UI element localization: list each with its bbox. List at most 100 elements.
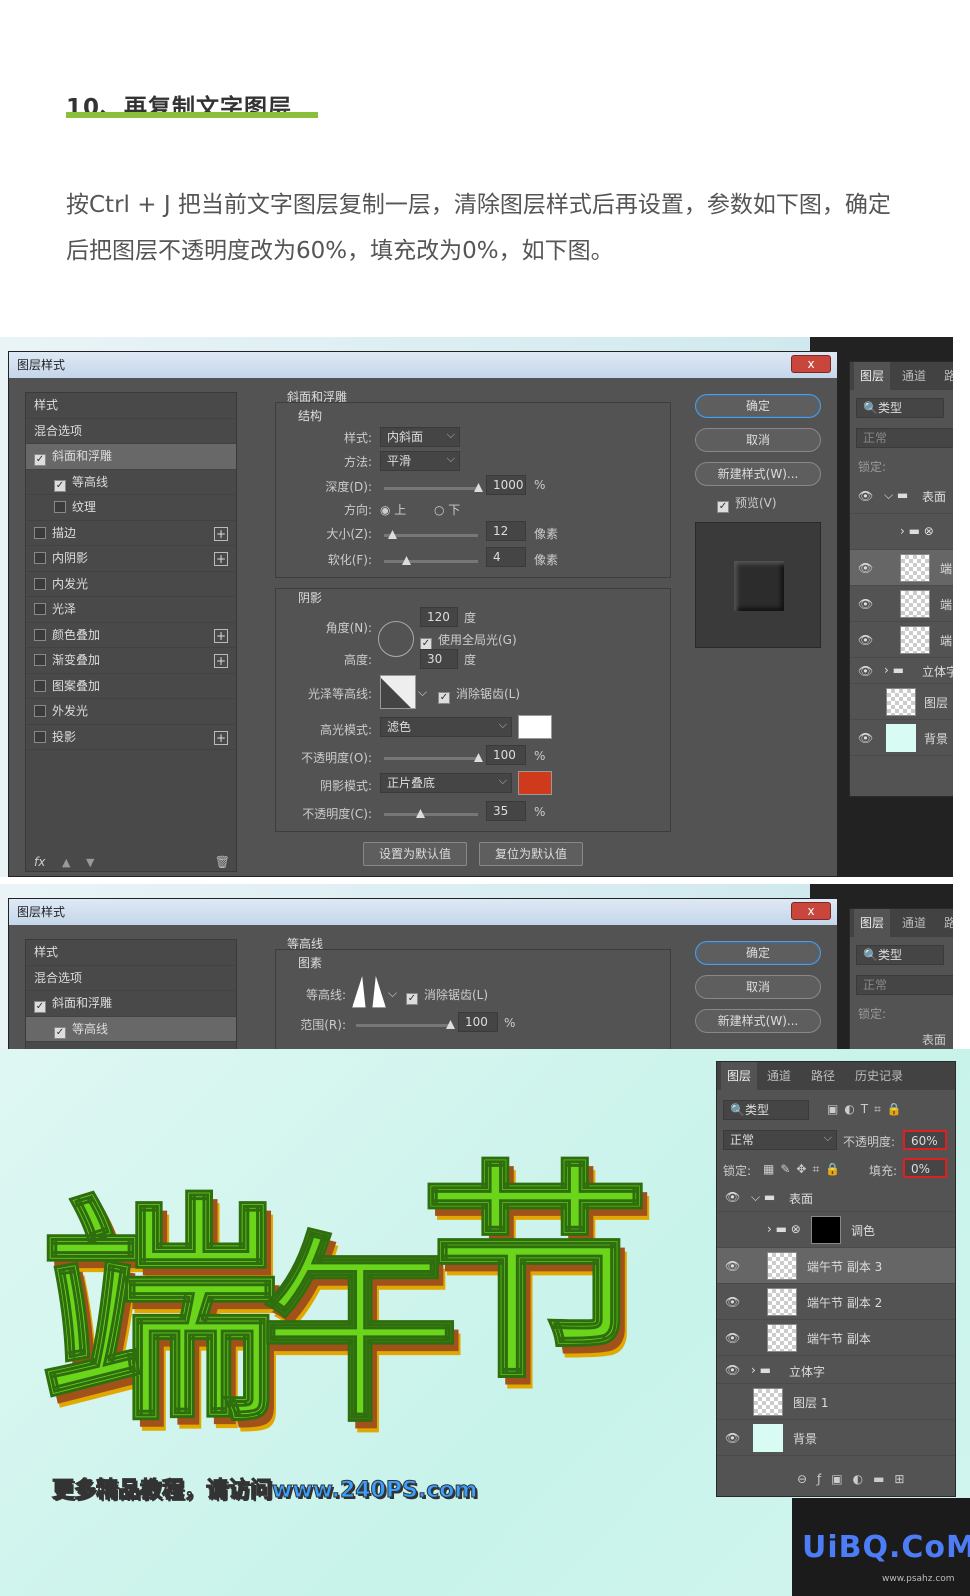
layer-row[interactable]: 表面 <box>922 1031 946 1048</box>
layer-row[interactable]: 👁 端 <box>850 586 953 622</box>
close-button[interactable]: x <box>791 355 831 373</box>
size-slider[interactable] <box>384 530 478 539</box>
list-item-bevel[interactable]: ✓ 斜面和浮雕 <box>26 991 236 1017</box>
tab-paths[interactable]: 路 <box>944 909 953 937</box>
fx-icon[interactable]: fx <box>34 855 45 869</box>
opacity1-input[interactable]: 100 <box>486 745 526 765</box>
layer-row[interactable]: 👁 › ▬ 立体字 <box>717 1356 955 1384</box>
layer-row[interactable]: 👁 端 <box>850 550 953 586</box>
checkbox[interactable]: ✓ <box>34 1001 46 1013</box>
tab-channels[interactable]: 通道 <box>902 909 926 937</box>
blend-mode-select[interactable]: 正常 <box>856 428 953 448</box>
slider-thumb[interactable] <box>416 809 425 818</box>
plus-icon[interactable]: + <box>214 552 228 566</box>
eye-icon[interactable]: 👁 <box>858 561 873 575</box>
fill-input[interactable]: 0% <box>903 1158 947 1178</box>
list-item-satin[interactable]: 光泽 <box>26 597 236 623</box>
layer-row[interactable]: 👁 背景 <box>717 1420 955 1456</box>
opacity-input[interactable]: 60% <box>903 1130 947 1150</box>
plus-icon[interactable]: + <box>214 628 228 643</box>
list-item-styles[interactable]: 样式 <box>26 940 236 966</box>
layer-footer-icons[interactable]: ⊖ƒ▣◐▬⊞ <box>797 1472 914 1486</box>
antialias-check[interactable]: ✓ 消除锯齿(L) <box>438 685 520 704</box>
layer-row[interactable]: 👁 端午节 副本 2 <box>717 1284 955 1320</box>
tab-channels[interactable]: 通道 <box>902 362 926 390</box>
plus-icon[interactable]: + <box>214 654 228 668</box>
angle-input[interactable]: 120 <box>420 607 458 627</box>
blend-mode-select[interactable]: 正常 <box>723 1129 837 1150</box>
tab-channels[interactable]: 通道 <box>767 1062 791 1090</box>
layer-search[interactable]: 🔍类型 <box>856 945 944 965</box>
checkbox[interactable] <box>34 654 46 666</box>
soften-slider[interactable] <box>384 556 478 565</box>
plus-icon[interactable]: + <box>214 730 228 745</box>
arrow-down-icon[interactable]: ▼ <box>86 856 94 869</box>
depth-slider[interactable] <box>384 483 483 492</box>
cancel-button[interactable]: 取消 <box>695 975 821 999</box>
checkbox[interactable] <box>34 628 46 641</box>
blend-mode-select[interactable]: 正常 <box>856 975 953 995</box>
checkbox[interactable] <box>34 526 46 539</box>
ok-button[interactable]: 确定 <box>695 394 821 418</box>
close-button[interactable]: x <box>791 902 831 920</box>
layer-row[interactable]: 👁 端午节 副本 3 <box>717 1248 955 1284</box>
chevron-down-icon[interactable]: ⌵ <box>388 986 397 1001</box>
slider-thumb[interactable] <box>388 530 397 539</box>
filter-icons[interactable]: ▣◐T⌗🔒 <box>827 1102 908 1117</box>
tab-layers[interactable]: 图层 <box>854 362 891 390</box>
list-item-contour[interactable]: ✓ 等高线 <box>26 470 236 495</box>
gloss-contour-preview[interactable] <box>380 675 416 709</box>
list-item-inner-shadow[interactable]: 内阴影 + <box>26 546 236 572</box>
radio-up[interactable]: ◉ 上 <box>380 501 406 518</box>
eye-icon[interactable]: 👁 <box>725 1190 740 1204</box>
list-item-contour[interactable]: ✓ 等高线 <box>26 1016 236 1042</box>
size-input[interactable]: 12 <box>486 521 526 541</box>
shadow-mode-select[interactable]: 正片叠底 <box>380 772 512 793</box>
list-item-texture[interactable]: 纹理 <box>26 495 236 521</box>
new-style-button[interactable]: 新建样式(W)... <box>695 462 821 486</box>
checkbox[interactable] <box>34 705 46 717</box>
list-item-pattern-overlay[interactable]: 图案叠加 <box>26 674 236 699</box>
eye-icon[interactable]: 👁 <box>725 1331 740 1345</box>
shadow-color-swatch[interactable] <box>518 771 552 795</box>
checkbox[interactable] <box>34 552 46 564</box>
list-item-styles[interactable]: 样式 <box>26 393 236 419</box>
range-input[interactable]: 100 <box>458 1012 498 1032</box>
tab-layers[interactable]: 图层 <box>854 909 891 937</box>
slider-thumb[interactable] <box>402 556 411 565</box>
checkbox[interactable]: ✓ <box>34 454 46 466</box>
radio-down[interactable]: ○ 下 <box>434 501 460 518</box>
eye-icon[interactable]: 👁 <box>858 731 873 745</box>
antialias-check[interactable]: ✓ 消除锯齿(L) <box>406 986 488 1005</box>
ok-button[interactable]: 确定 <box>695 941 821 965</box>
layer-row[interactable]: 👁 端午节 副本 <box>717 1320 955 1356</box>
checkbox[interactable] <box>54 501 66 513</box>
eye-icon[interactable]: 👁 <box>725 1363 740 1377</box>
layer-search[interactable]: 🔍类型 <box>723 1100 809 1120</box>
slider-thumb[interactable] <box>474 483 483 492</box>
slider-thumb[interactable] <box>474 753 483 762</box>
tab-paths[interactable]: 路 <box>944 362 953 390</box>
global-light-check[interactable]: ✓ 使用全局光(G) <box>420 631 517 650</box>
slider-thumb[interactable] <box>446 1020 455 1029</box>
layer-row[interactable]: › ▬ ⊗ 调色 <box>717 1212 955 1248</box>
reset-default-button[interactable]: 复位为默认值 <box>479 842 583 866</box>
list-item-stroke[interactable]: 描边 + <box>26 521 236 546</box>
eye-icon[interactable]: 👁 <box>858 489 873 503</box>
checkbox[interactable]: ✓ <box>54 1026 66 1039</box>
method-select[interactable]: 平滑 <box>380 450 460 471</box>
eye-icon[interactable]: 👁 <box>858 633 873 647</box>
footer-url[interactable]: www.240PS.com <box>272 1478 478 1504</box>
eye-icon[interactable]: 👁 <box>858 597 873 611</box>
layer-row[interactable]: 👁 端 <box>850 622 953 658</box>
list-item-outer-glow[interactable]: 外发光 <box>26 699 236 725</box>
layer-search[interactable]: 🔍类型 <box>856 398 944 418</box>
checkbox[interactable]: ✓ <box>54 479 66 492</box>
layer-row[interactable]: › ▬ ⊗ <box>850 514 953 550</box>
arrow-up-icon[interactable]: ▲ <box>62 856 70 869</box>
list-item-gradient-overlay[interactable]: 渐变叠加 + <box>26 648 236 674</box>
checkbox[interactable] <box>34 577 46 590</box>
cancel-button[interactable]: 取消 <box>695 428 821 452</box>
eye-icon[interactable]: 👁 <box>725 1295 740 1309</box>
opacity2-input[interactable]: 35 <box>486 801 526 821</box>
